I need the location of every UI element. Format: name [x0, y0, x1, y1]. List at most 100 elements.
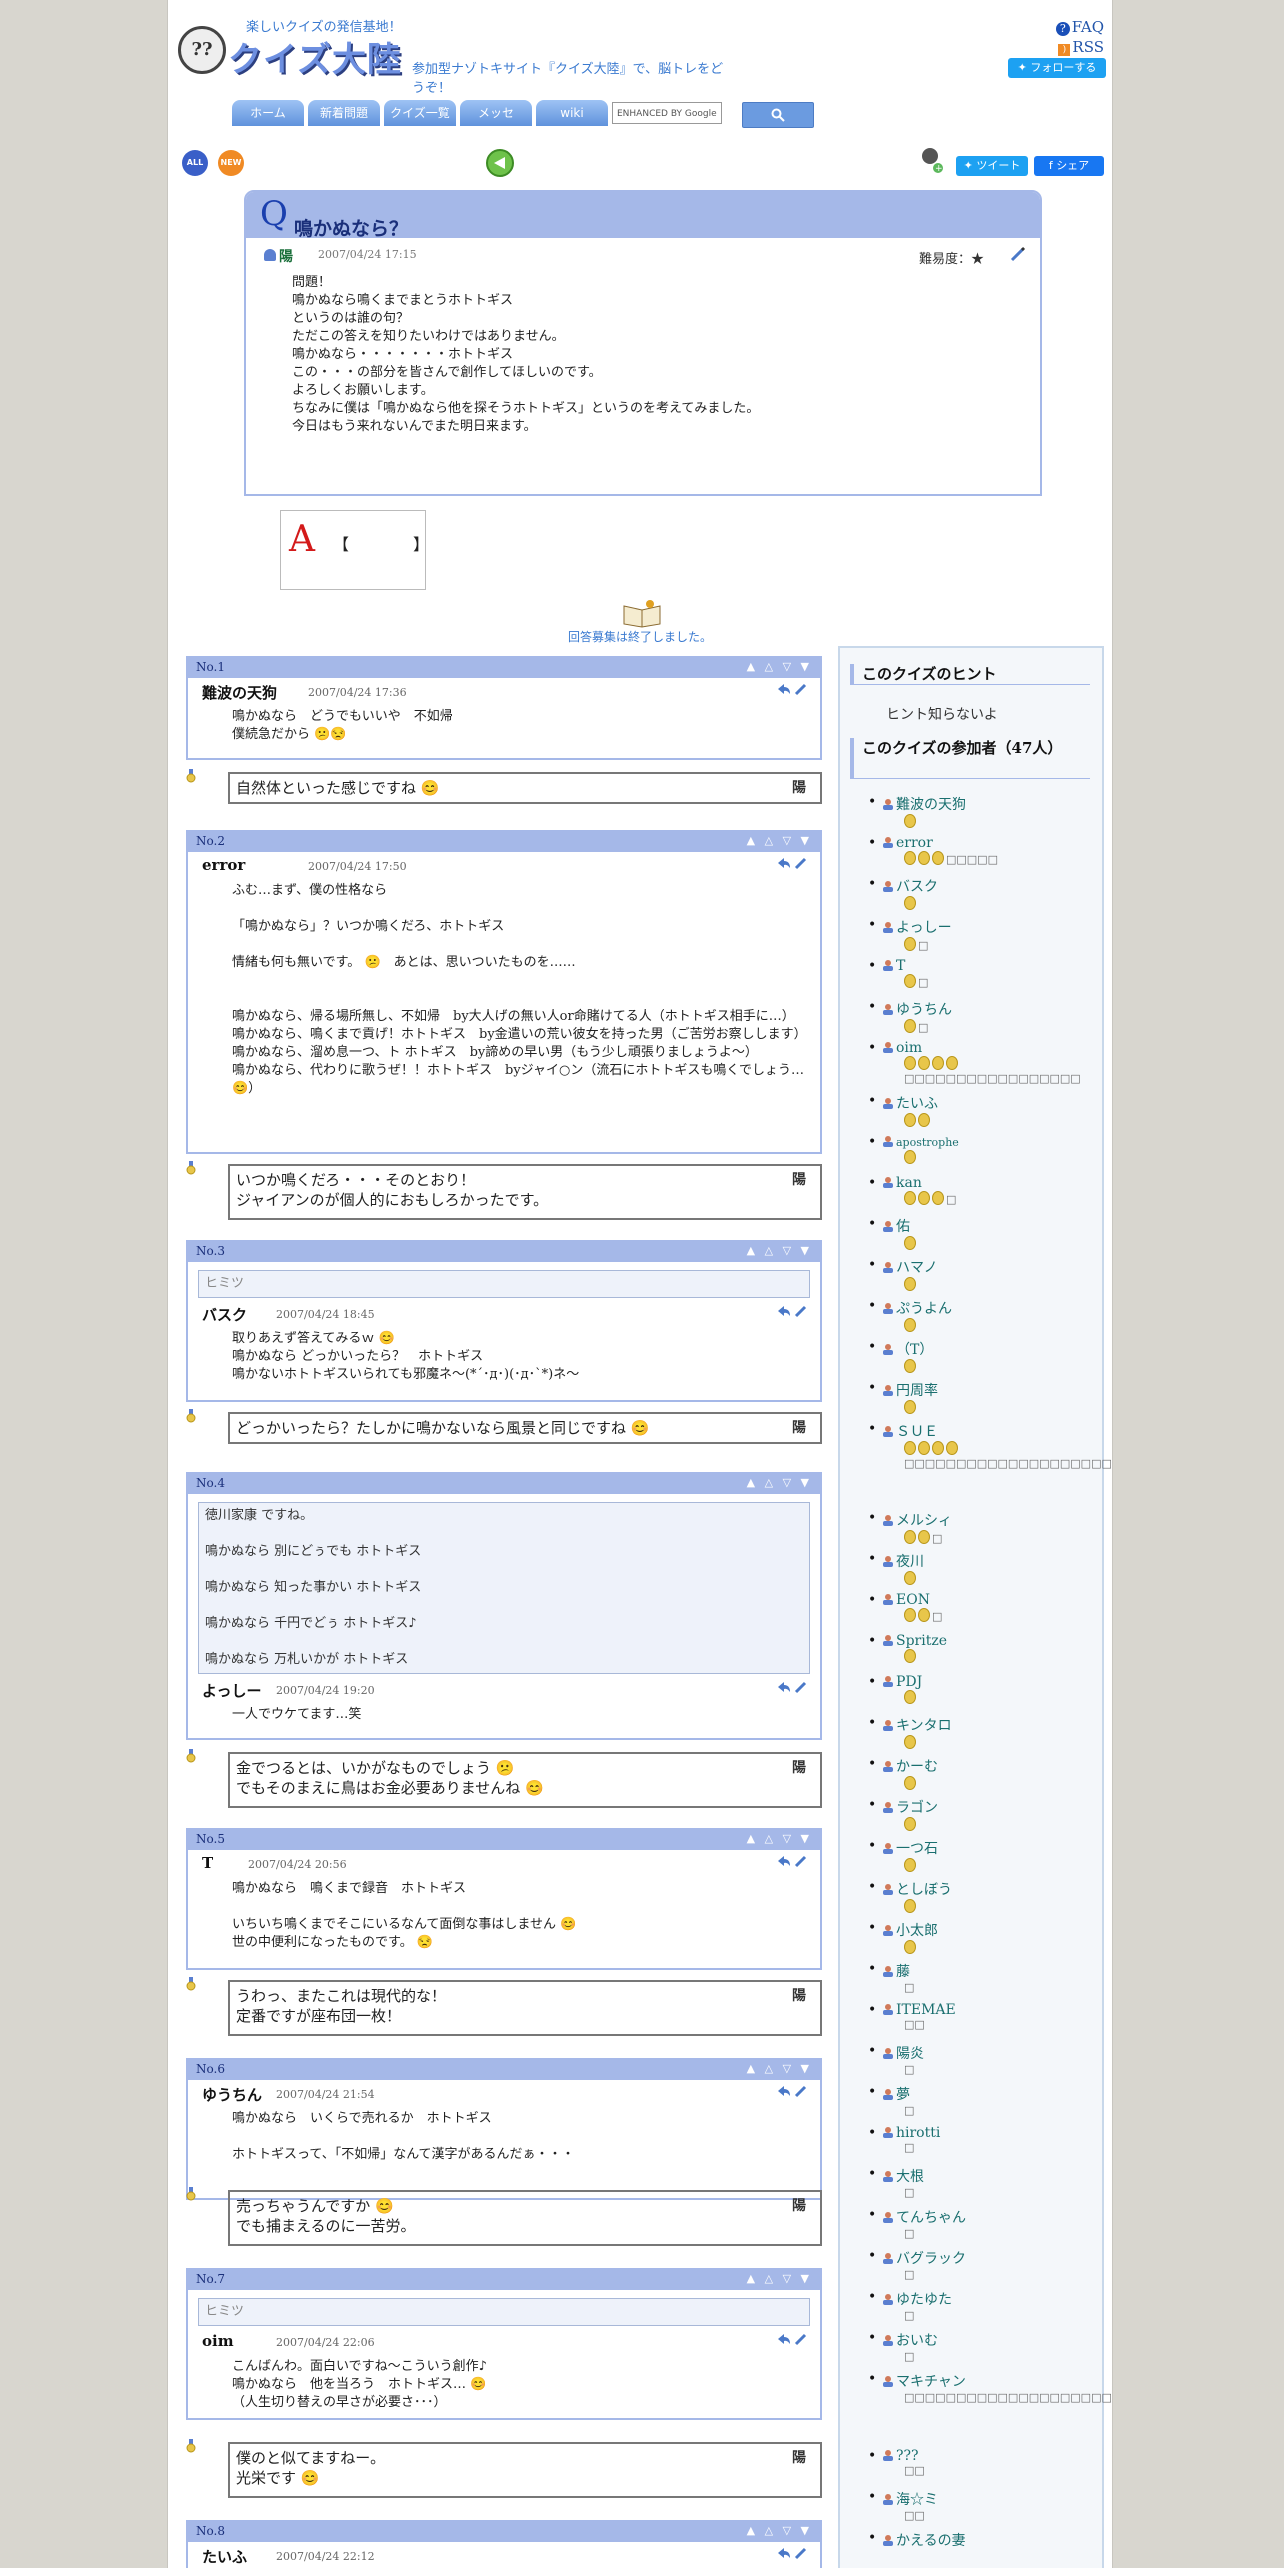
question-author[interactable]: 陽 — [264, 246, 293, 266]
participant-name[interactable]: 佑 — [896, 1219, 910, 1235]
participant-name[interactable]: ??? — [896, 2448, 919, 2464]
participant-name[interactable]: 陽炎 — [896, 2046, 924, 2062]
faq-link[interactable]: ? FAQ — [1055, 18, 1104, 36]
edit-icon[interactable] — [794, 2546, 808, 2560]
reply-icon[interactable] — [776, 1854, 792, 1868]
rss-link[interactable]: ) RSS — [1058, 38, 1104, 56]
answer-user[interactable]: ゆうちん — [202, 2084, 262, 2105]
search-input[interactable]: ENHANCED BY Google — [612, 102, 722, 124]
participant-name[interactable]: error — [896, 835, 933, 851]
participant-name[interactable]: バスク — [896, 879, 938, 895]
participant-name[interactable]: てんちゃん — [896, 2210, 966, 2226]
participant-name[interactable]: ＳＵＥ — [896, 1424, 938, 1440]
answer-nav-arrows[interactable]: ▲ △ ▽ ▼ — [747, 660, 812, 673]
reply-icon[interactable] — [776, 2084, 792, 2098]
reply-icon[interactable] — [776, 2332, 792, 2346]
participant-name[interactable]: 夢 — [896, 2087, 910, 2103]
participant-name[interactable]: 難波の天狗 — [896, 797, 966, 813]
reply-author[interactable]: 陽 — [792, 778, 806, 798]
participant-name[interactable]: キンタロ — [896, 1718, 952, 1734]
twitter-follow-button[interactable]: ✦ フォローする — [1008, 58, 1106, 78]
edit-icon[interactable] — [794, 1680, 808, 1694]
participant-name[interactable]: よっしー — [896, 920, 952, 936]
tweet-button[interactable]: ✦ ツイート — [956, 156, 1028, 176]
participant-name[interactable]: ゆたゆた — [896, 2292, 952, 2308]
participant-name[interactable]: バグラック — [896, 2251, 966, 2267]
participant-name[interactable]: 藤 — [896, 1964, 910, 1980]
participant-name[interactable]: apostrophe — [896, 1136, 959, 1149]
answer-user[interactable]: oim — [202, 2332, 234, 2350]
participant-name[interactable]: としぼう — [896, 1882, 952, 1898]
answer-nav-arrows[interactable]: ▲ △ ▽ ▼ — [747, 2062, 812, 2075]
reply-author[interactable]: 陽 — [792, 1418, 806, 1438]
edit-icon[interactable] — [794, 1304, 808, 1318]
answer-nav-arrows[interactable]: ▲ △ ▽ ▼ — [747, 1244, 812, 1257]
reply-author[interactable]: 陽 — [792, 2196, 806, 2216]
participant-name[interactable]: Spritze — [896, 1633, 947, 1649]
participant-name[interactable]: 一つ石 — [896, 1841, 938, 1857]
participant-name[interactable]: oim — [896, 1040, 922, 1056]
participant-name[interactable]: ゆうちん — [896, 1002, 952, 1018]
edit-icon[interactable] — [794, 2084, 808, 2098]
answer-nav-arrows[interactable]: ▲ △ ▽ ▼ — [747, 1832, 812, 1845]
bookmark-icon[interactable]: + — [920, 146, 946, 174]
reply-icon[interactable] — [776, 856, 792, 870]
search-button[interactable] — [742, 102, 814, 128]
answer-nav-arrows[interactable]: ▲ △ ▽ ▼ — [747, 2524, 812, 2537]
participant-name[interactable]: （T） — [896, 1342, 933, 1358]
all-button[interactable]: ALL — [182, 150, 208, 176]
participant-name[interactable]: T — [896, 958, 905, 974]
participant-name[interactable]: 海☆ミ — [896, 2492, 938, 2508]
reply-icon[interactable] — [776, 1680, 792, 1694]
reply-icon[interactable] — [776, 2546, 792, 2560]
participant-name[interactable]: 円周率 — [896, 1383, 938, 1399]
participant-name[interactable]: ハマノ — [896, 1260, 938, 1276]
nav-tab-messe[interactable]: メッセ — [460, 100, 532, 126]
answer-user[interactable]: たいふ — [202, 2546, 247, 2567]
hint-spoiler[interactable]: ヒミツ — [198, 1270, 810, 1298]
participant-name[interactable]: かえるの妻 — [896, 2533, 966, 2549]
reply-author[interactable]: 陽 — [792, 1758, 806, 1778]
participant-name[interactable]: PDJ — [896, 1674, 922, 1690]
site-logo[interactable]: ?? 楽しいクイズの発信基地！ クイズ大陸 参加型ナゾトキサイト『クイズ大陸』で… — [176, 14, 736, 96]
nav-tab-list[interactable]: クイズ一覧 — [384, 100, 456, 126]
answer-user[interactable]: 難波の天狗 — [202, 682, 277, 703]
reply-author[interactable]: 陽 — [792, 1170, 806, 1190]
participant-name[interactable]: 小太郎 — [896, 1923, 938, 1939]
answer-user[interactable]: error — [202, 856, 245, 874]
reply-author[interactable]: 陽 — [792, 2448, 806, 2468]
reply-author[interactable]: 陽 — [792, 1986, 806, 2006]
nav-tab-wiki[interactable]: wiki — [536, 100, 608, 126]
answer-nav-arrows[interactable]: ▲ △ ▽ ▼ — [747, 834, 812, 847]
participant-name[interactable]: 夜川 — [896, 1554, 924, 1570]
edit-icon[interactable] — [794, 856, 808, 870]
answer-user[interactable]: T — [202, 1854, 213, 1872]
participant-name[interactable]: kan — [896, 1175, 922, 1191]
participant-name[interactable]: マキチャン — [896, 2374, 966, 2390]
answer-nav-arrows[interactable]: ▲ △ ▽ ▼ — [747, 2272, 812, 2285]
reply-icon[interactable] — [776, 682, 792, 696]
participant-name[interactable]: かーむ — [896, 1759, 938, 1775]
back-arrow-icon[interactable] — [486, 149, 514, 177]
new-button[interactable]: NEW — [218, 150, 244, 176]
participant-name[interactable]: ぷうよん — [896, 1301, 952, 1317]
edit-icon[interactable] — [1010, 246, 1026, 262]
participant-name[interactable]: おいむ — [896, 2333, 938, 2349]
answer-user[interactable]: よっしー — [202, 1680, 262, 1701]
participant-name[interactable]: hirotti — [896, 2125, 940, 2141]
reply-icon[interactable] — [776, 1304, 792, 1318]
edit-icon[interactable] — [794, 2332, 808, 2346]
edit-icon[interactable] — [794, 682, 808, 696]
answer-nav-arrows[interactable]: ▲ △ ▽ ▼ — [747, 1476, 812, 1489]
participant-name[interactable]: たいふ — [896, 1096, 938, 1112]
answer-user[interactable]: バスク — [202, 1304, 247, 1325]
participant-name[interactable]: ITEMAE — [896, 2002, 956, 2018]
facebook-share-button[interactable]: f シェア — [1034, 156, 1104, 176]
participant-name[interactable]: 大根 — [896, 2169, 924, 2185]
participant-name[interactable]: メルシィ — [896, 1513, 952, 1529]
hint-spoiler[interactable]: ヒミツ — [198, 2298, 810, 2326]
participant-name[interactable]: ラゴン — [896, 1800, 938, 1816]
participant-name[interactable]: EON — [896, 1592, 930, 1608]
edit-icon[interactable] — [794, 1854, 808, 1868]
nav-tab-home[interactable]: ホーム — [232, 100, 304, 126]
